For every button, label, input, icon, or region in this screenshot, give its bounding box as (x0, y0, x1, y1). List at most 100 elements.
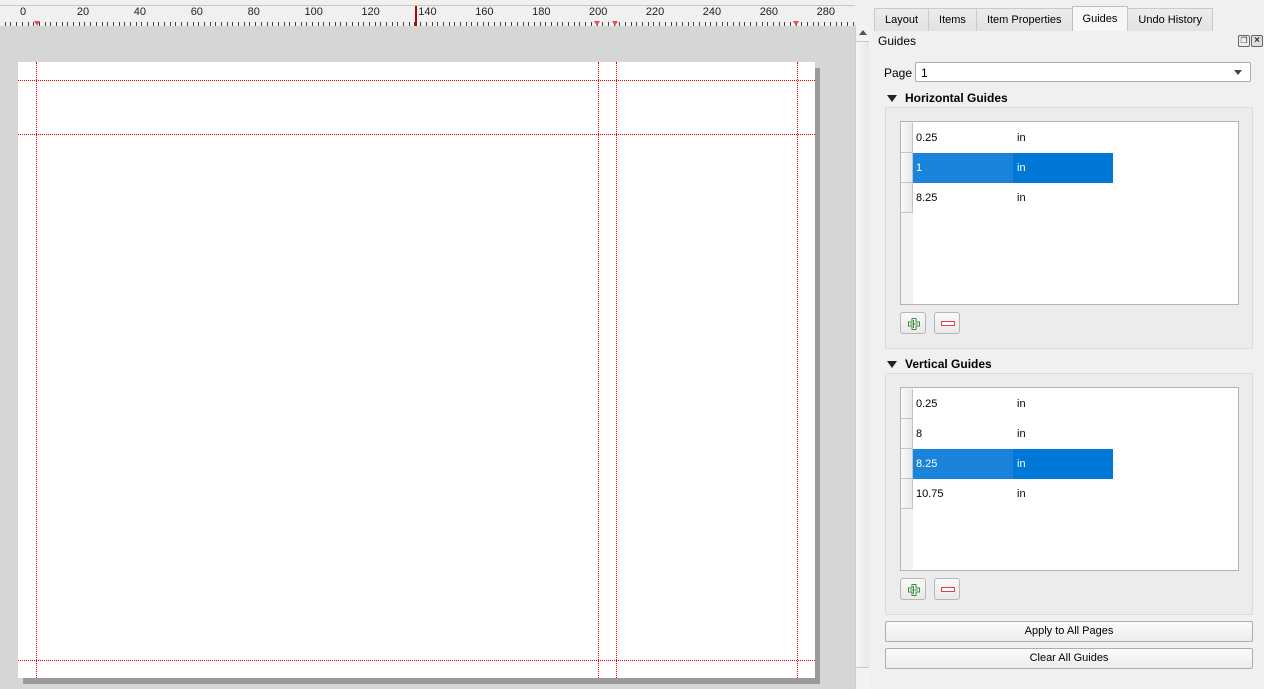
guide-position-value[interactable]: 1 (916, 162, 922, 174)
layout-page[interactable] (18, 62, 815, 678)
dock-title: Guides (878, 34, 917, 48)
horizontal-guide-line[interactable] (18, 80, 815, 81)
guide-unit[interactable]: in (1017, 162, 1026, 174)
remove-vertical-guide-button[interactable] (934, 578, 960, 600)
ruler-tick (431, 22, 433, 26)
ruler-tick (186, 22, 188, 26)
ruler-tick (147, 22, 149, 26)
ruler-tick (118, 22, 120, 26)
horizontal-guides-list[interactable]: 0.25 in 1 in 8.25 in (900, 121, 1239, 305)
vertical-guides-list[interactable]: 0.25 in 8 in 8.25 in 10.75 in (900, 387, 1239, 571)
ruler-tick (277, 22, 279, 26)
ruler-tick (807, 22, 809, 26)
ruler-guide-marker[interactable] (594, 21, 601, 26)
vertical-guides-header[interactable]: Vertical Guides (887, 357, 992, 371)
ruler-guide-marker[interactable] (34, 21, 41, 26)
ruler-guide-marker[interactable] (612, 21, 619, 26)
horizontal-guide-row[interactable]: 0.25 in (901, 123, 1113, 153)
row-header[interactable] (901, 419, 913, 449)
ruler-tick (124, 22, 126, 26)
close-icon[interactable]: × (1251, 35, 1263, 47)
ruler-tick (465, 22, 467, 26)
guide-position-value[interactable]: 8.25 (916, 192, 937, 204)
guide-unit[interactable]: in (1017, 192, 1026, 204)
guide-unit[interactable]: in (1017, 132, 1026, 144)
vertical-scrollbar[interactable] (855, 25, 870, 689)
guide-position-value[interactable]: 10.75 (916, 488, 944, 500)
ruler-tick (294, 22, 296, 26)
vertical-guide-row[interactable]: 8.25 in (901, 449, 1113, 479)
guide-position-value[interactable]: 0.25 (916, 132, 937, 144)
ruler-tick (95, 22, 97, 26)
apply-to-all-pages-button[interactable]: Apply to All Pages (885, 621, 1253, 642)
guide-position-value[interactable]: 0.25 (916, 398, 937, 410)
ruler-tick (681, 22, 683, 26)
guide-unit[interactable]: in (1017, 398, 1026, 410)
guide-position-value[interactable]: 8.25 (916, 458, 937, 470)
ruler-label: 260 (759, 6, 779, 18)
ruler-tick (698, 22, 700, 26)
guide-unit[interactable]: in (1017, 458, 1026, 470)
guide-unit[interactable]: in (1017, 428, 1026, 440)
guide-unit[interactable]: in (1017, 488, 1026, 500)
guide-position-value[interactable]: 8 (916, 428, 922, 440)
scrollbar-thumb[interactable] (856, 41, 869, 668)
row-header[interactable] (901, 123, 913, 153)
vertical-guide-line[interactable] (36, 62, 37, 678)
ruler-tick (198, 22, 200, 26)
horizontal-guide-row[interactable]: 1 in (901, 153, 1113, 183)
vertical-guide-row[interactable]: 8 in (901, 419, 1113, 449)
tab-guides[interactable]: Guides (1071, 6, 1129, 31)
vertical-guide-line[interactable] (616, 62, 617, 678)
ruler-tick (693, 22, 695, 26)
row-header[interactable] (901, 479, 913, 509)
ruler-tick (846, 22, 848, 26)
ruler-tick (784, 22, 786, 26)
ruler-label: 280 (816, 6, 835, 18)
ruler-label: 120 (361, 6, 380, 18)
vertical-guide-row[interactable]: 10.75 in (901, 479, 1113, 509)
vertical-guide-row[interactable]: 0.25 in (901, 389, 1113, 419)
horizontal-ruler[interactable]: 0 20 40 60 80 100 120 140 160 180 200 220 240 260 280 (0, 5, 855, 26)
horizontal-guides-header[interactable]: Horizontal Guides (887, 91, 1008, 105)
row-header[interactable] (901, 183, 913, 213)
ruler-label: 160 (475, 6, 494, 18)
add-vertical-guide-button[interactable] (900, 578, 926, 600)
guides-dock-panel: Layout Items Item Properties Guides Undo… (870, 0, 1264, 689)
ruler-tick (841, 22, 843, 26)
tab-undo-history[interactable]: Undo History (1127, 8, 1213, 31)
row-header[interactable] (901, 389, 913, 419)
float-icon[interactable]: ❐ (1238, 35, 1250, 47)
dock-tabs: Layout Items Item Properties Guides Undo… (874, 6, 1213, 31)
add-horizontal-guide-button[interactable] (900, 312, 926, 334)
clear-all-guides-button[interactable]: Clear All Guides (885, 648, 1253, 669)
ruler-label: 100 (304, 6, 323, 18)
ruler-label: 40 (133, 6, 147, 18)
row-header[interactable] (901, 153, 913, 183)
horizontal-guide-row[interactable]: 8.25 in (901, 183, 1113, 213)
vertical-guides-group: 0.25 in 8 in 8.25 in 10.75 in (885, 373, 1253, 615)
ruler-tick (397, 22, 399, 26)
ruler-guide-marker[interactable] (792, 21, 799, 26)
ruler-tick (129, 22, 131, 26)
remove-horizontal-guide-button[interactable] (934, 312, 960, 334)
ruler-tick (556, 22, 558, 26)
tab-layout[interactable]: Layout (874, 8, 930, 31)
ruler-tick (61, 22, 63, 26)
ruler-tick (852, 22, 854, 26)
ruler-tick (619, 22, 621, 26)
vertical-guide-line[interactable] (598, 62, 599, 678)
page-select[interactable]: 1 (915, 62, 1251, 82)
ruler-tick (44, 22, 46, 26)
tab-item-properties[interactable]: Item Properties (975, 8, 1073, 31)
vertical-guide-line[interactable] (797, 62, 798, 678)
row-header[interactable] (901, 449, 913, 479)
horizontal-guide-line[interactable] (18, 660, 815, 661)
layout-canvas[interactable]: 0 20 40 60 80 100 120 140 160 180 200 220 240 260 280 (0, 0, 855, 689)
tab-items[interactable]: Items (928, 8, 977, 31)
horizontal-guide-line[interactable] (18, 134, 815, 135)
scroll-up-arrow-icon[interactable] (859, 30, 867, 35)
ruler-tick (829, 22, 831, 26)
ruler-tick (636, 22, 638, 26)
ruler-tick (551, 22, 552, 26)
